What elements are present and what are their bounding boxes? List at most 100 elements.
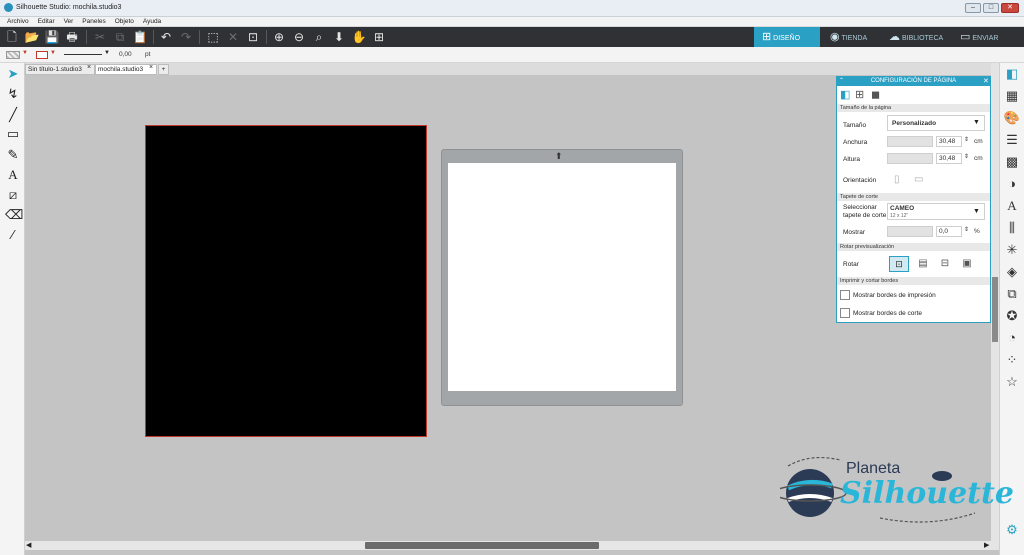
pencil-tool-icon[interactable]: ✎ — [5, 147, 21, 163]
grid-icon[interactable]: ▦ — [1003, 87, 1021, 105]
menu-objeto[interactable]: Objeto — [115, 17, 134, 26]
size-select[interactable]: Personalizado ▼ — [887, 115, 985, 131]
height-slider[interactable] — [887, 153, 933, 164]
new-tab-button[interactable]: + — [158, 64, 169, 75]
rotate-90-button[interactable]: ▤ — [915, 256, 931, 272]
tab-enviar-label: ENVIAR — [972, 35, 999, 42]
line-width-value[interactable]: 0,00 — [119, 51, 132, 58]
page-tab-icon[interactable]: ◧ — [840, 88, 850, 101]
height-stepper-icon[interactable]: ⇕ — [964, 153, 969, 160]
doc-tab-close-icon[interactable]: × — [87, 64, 91, 71]
panel-collapse-icon[interactable]: ⌃ — [839, 77, 844, 84]
show-value: 0,0 — [939, 228, 949, 235]
width-slider[interactable] — [887, 136, 933, 147]
black-page-area[interactable] — [145, 125, 427, 437]
horizontal-scroll-thumb[interactable] — [365, 542, 599, 549]
line-tool-icon[interactable]: ╱ — [5, 107, 21, 123]
fill-color-swatch[interactable] — [6, 51, 20, 59]
menu-paneles[interactable]: Paneles — [82, 17, 106, 26]
new-file-icon[interactable]: 🗋 — [4, 29, 20, 45]
text-tool-icon[interactable]: A — [5, 167, 21, 183]
color-palette-icon[interactable]: 🎨 — [1003, 109, 1021, 127]
tab-diseno[interactable]: ⊞ DISEÑO — [754, 27, 820, 47]
panel-close-icon[interactable]: ✕ — [983, 77, 989, 85]
settings-gear-icon[interactable]: ⚙ — [1003, 521, 1021, 539]
show-slider[interactable] — [887, 226, 933, 237]
minimize-button[interactable]: – — [965, 3, 981, 13]
move-down-icon[interactable]: ⬇ — [331, 29, 347, 45]
paste-icon[interactable]: 📋 — [132, 29, 148, 45]
print-icon[interactable]: 🖶 — [64, 29, 80, 45]
group-icon[interactable]: ⬚ — [205, 29, 221, 45]
landscape-icon[interactable]: ▭ — [914, 174, 923, 185]
tab-biblioteca[interactable]: ☁ BIBLIOTECA — [889, 27, 955, 47]
redo-icon[interactable]: ↷ — [178, 29, 194, 45]
line-style-preview[interactable] — [64, 54, 102, 55]
fill-pattern-icon[interactable]: ▩ — [1003, 153, 1021, 171]
pan-hand-icon[interactable]: ✋ — [351, 29, 367, 45]
line-color-swatch[interactable] — [36, 51, 48, 59]
zoom-out-icon[interactable]: ⊖ — [291, 29, 307, 45]
show-stepper-icon[interactable]: ⇕ — [964, 226, 969, 233]
rotate-0-button[interactable]: ⊡ — [889, 256, 909, 272]
show-cut-borders-checkbox[interactable] — [840, 308, 850, 318]
eyedropper-icon[interactable]: ⁄ — [5, 227, 21, 243]
offset-icon[interactable]: ✪ — [1003, 307, 1021, 325]
menu-editar[interactable]: Editar — [38, 17, 55, 26]
gradient-icon[interactable]: ◑ — [1003, 175, 1021, 193]
scroll-right-icon[interactable]: ▶ — [984, 541, 989, 549]
tab-enviar[interactable]: ▭ ENVIAR — [960, 27, 1020, 47]
align-icon[interactable]: ⫼ — [1003, 219, 1021, 237]
vertical-scroll-thumb[interactable] — [992, 277, 998, 342]
line-dropdown-arrow-icon[interactable]: ▼ — [50, 50, 56, 56]
maximize-button[interactable]: □ — [983, 3, 999, 13]
undo-icon[interactable]: ↶ — [158, 29, 174, 45]
sketch-dots-icon[interactable]: ⁘ — [1003, 351, 1021, 369]
edit-points-icon[interactable]: ↯ — [5, 86, 21, 102]
portrait-icon[interactable]: ▯ — [894, 174, 900, 185]
show-field[interactable]: 0,0 — [936, 226, 962, 237]
select-all-icon[interactable]: ⊡ — [245, 29, 261, 45]
page-setup-icon[interactable]: ◧ — [1003, 65, 1021, 83]
zoom-in-icon[interactable]: ⊕ — [271, 29, 287, 45]
doc-tab-sin-titulo[interactable]: Sin título-1.studio3 — [25, 64, 95, 75]
doc-tab-close-icon[interactable]: × — [149, 64, 153, 71]
scroll-left-icon[interactable]: ◀ — [26, 541, 31, 549]
save-icon[interactable]: 💾 — [44, 29, 60, 45]
tab-tienda[interactable]: ◉ TIENDA — [830, 27, 885, 47]
add-page-icon[interactable]: ⊞ — [371, 29, 387, 45]
copy-icon[interactable]: ⧉ — [112, 29, 128, 45]
layers-tab-icon[interactable]: ◼ — [871, 88, 880, 101]
menu-ayuda[interactable]: Ayuda — [143, 17, 161, 26]
zoom-fit-icon[interactable]: ⌕ — [311, 29, 327, 45]
width-stepper-icon[interactable]: ⇕ — [964, 136, 969, 143]
text-style-icon[interactable]: A — [1003, 197, 1021, 215]
height-field[interactable]: 30,48 — [936, 153, 962, 164]
knife-tool-icon[interactable]: ⧄ — [5, 187, 21, 203]
line-style-dropdown-icon[interactable]: ▼ — [104, 50, 110, 56]
close-window-button[interactable]: ✕ — [1001, 3, 1019, 13]
grid-tab-icon[interactable]: ⊞ — [855, 88, 864, 101]
modify-icon[interactable]: ⧉ — [1003, 285, 1021, 303]
favorites-star-icon[interactable]: ☆ — [1003, 373, 1021, 391]
show-print-borders-checkbox[interactable] — [840, 290, 850, 300]
select-arrow-icon[interactable]: ➤ — [5, 66, 21, 82]
mat-select[interactable]: CAMEO 12 x 12" ▼ — [887, 203, 985, 220]
eraser-tool-icon[interactable]: ⌫ — [5, 207, 23, 223]
rotate-180-button[interactable]: ⊟ — [937, 256, 953, 272]
cutting-mat-page[interactable] — [448, 163, 676, 391]
doc-tab-mochila[interactable]: mochila.studio3 — [95, 64, 157, 75]
line-style-icon[interactable]: ☰ — [1003, 131, 1021, 149]
ungroup-icon[interactable]: ✕ — [225, 29, 241, 45]
rectangle-tool-icon[interactable]: ▭ — [5, 126, 21, 142]
replicate-icon[interactable]: ✳ — [1003, 241, 1021, 259]
fill-dropdown-arrow-icon[interactable]: ▼ — [22, 50, 28, 56]
cut-icon[interactable]: ✂ — [92, 29, 108, 45]
trace-icon[interactable]: ◔ — [1003, 329, 1021, 347]
width-field[interactable]: 30,48 — [936, 136, 962, 147]
rotate-270-button[interactable]: ▣ — [959, 256, 975, 272]
menu-ver[interactable]: Ver — [64, 17, 74, 26]
open-folder-icon[interactable]: 📂 — [24, 29, 40, 45]
menu-archivo[interactable]: Archivo — [7, 17, 29, 26]
transform-icon[interactable]: ◈ — [1003, 263, 1021, 281]
